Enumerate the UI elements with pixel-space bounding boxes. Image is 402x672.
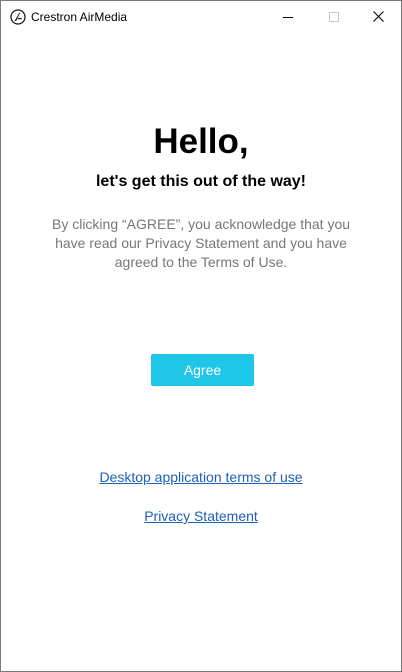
- welcome-panel: Hello, let's get this out of the way! By…: [1, 32, 401, 671]
- privacy-statement-link[interactable]: Privacy Statement: [1, 507, 401, 525]
- airmedia-logo-icon: [10, 9, 26, 25]
- close-icon: [372, 11, 384, 22]
- maximize-icon: [329, 11, 339, 22]
- page-subtitle: let's get this out of the way!: [95, 173, 307, 190]
- minimize-button[interactable]: [265, 1, 311, 32]
- minimize-icon: [283, 16, 293, 18]
- maximize-button[interactable]: [311, 1, 357, 32]
- app-window: Crestron AirMedia Hello, let's get this …: [0, 0, 402, 672]
- agree-button[interactable]: Agree: [151, 354, 254, 386]
- window-title: Crestron AirMedia: [31, 10, 128, 24]
- consent-text: By clicking “AGREE”, you acknowledge tha…: [51, 216, 351, 270]
- terms-of-use-link[interactable]: Desktop application terms of use: [1, 468, 401, 486]
- close-button[interactable]: [355, 1, 401, 32]
- title-bar[interactable]: Crestron AirMedia: [1, 1, 401, 32]
- page-title: Hello,: [153, 122, 249, 161]
